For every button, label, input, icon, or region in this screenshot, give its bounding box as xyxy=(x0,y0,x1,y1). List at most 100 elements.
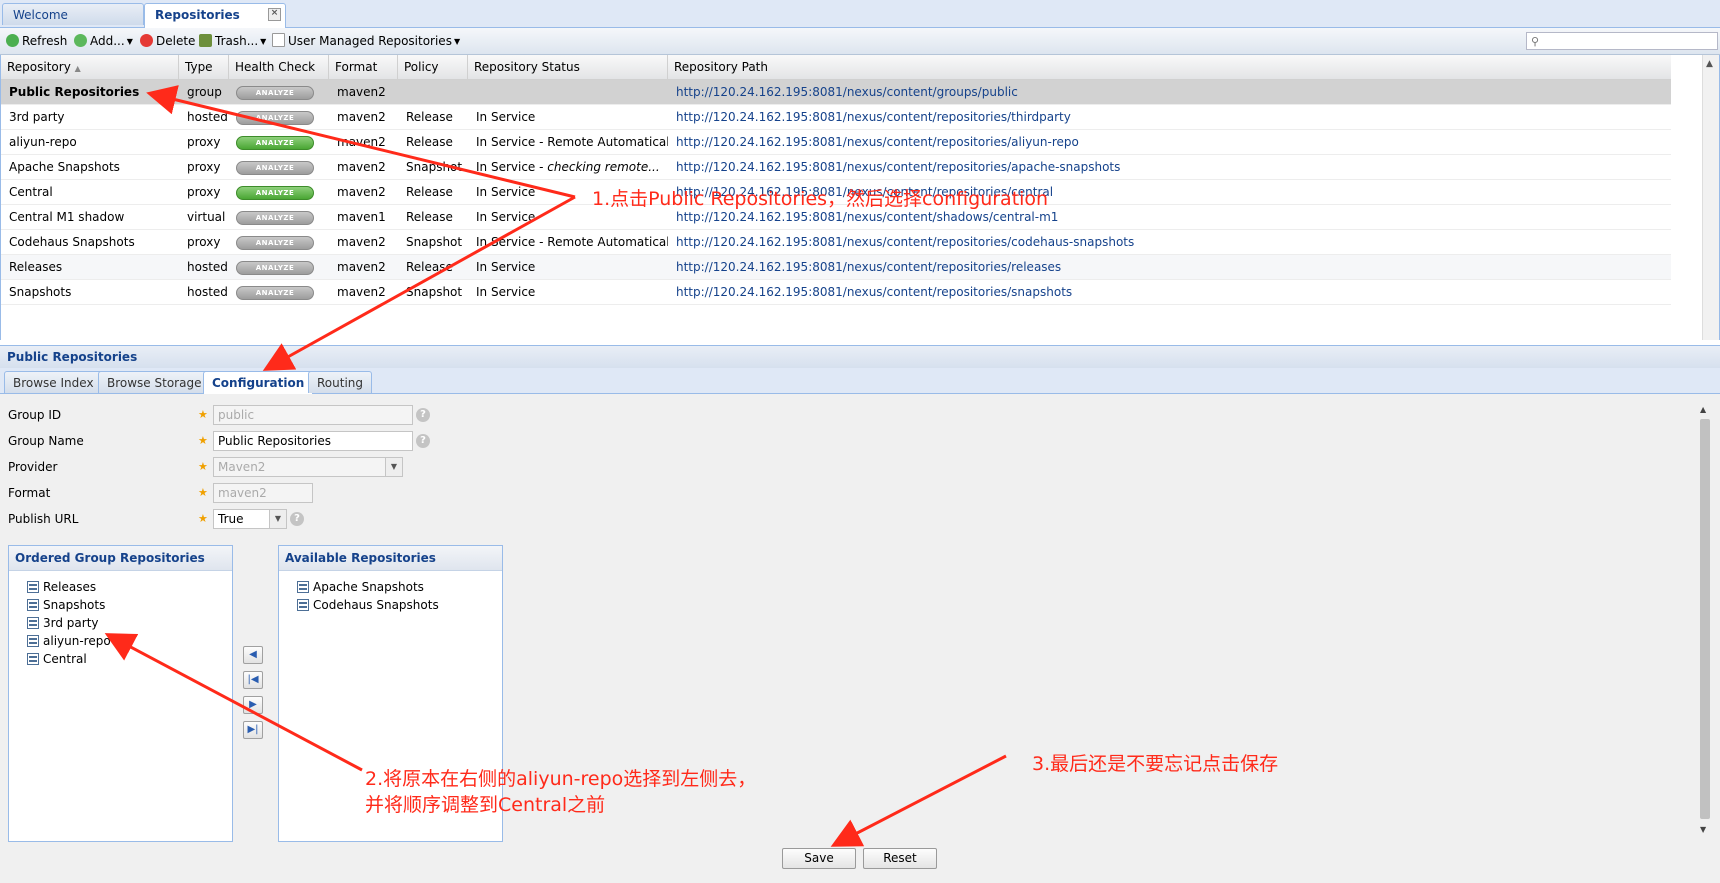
table-row[interactable]: 3rd party hosted maven2 Release In Service ht… xyxy=(1,105,1671,130)
table-row[interactable]: aliyun-repo proxy maven2 Release In Service … xyxy=(1,130,1671,155)
publish-url-value: True xyxy=(218,512,244,526)
column-repository-path[interactable]: Repository Path xyxy=(668,55,1671,79)
repository-format: maven2 xyxy=(337,235,386,249)
help-icon[interactable]: ? xyxy=(416,408,430,422)
detail-scrollbar[interactable]: ▲ ▼ xyxy=(1696,405,1712,840)
analyze-button[interactable]: ANALYZE xyxy=(236,186,314,200)
annotation-step-2-line-1: 2.将原本在右侧的aliyun-repo选择到左侧去， xyxy=(365,768,757,790)
repository-path[interactable]: http://120.24.162.195:8081/nexus/content… xyxy=(668,130,1671,154)
tab-browse-storage-label: Browse Storage xyxy=(107,376,202,390)
chevron-down-icon: ▼ xyxy=(385,458,402,476)
refresh-icon xyxy=(6,34,19,47)
group-id-label: Group ID xyxy=(8,408,62,422)
toolbar: Refresh Add... ▼ Delete Trash... ▼ User Ma… xyxy=(0,28,1720,55)
column-health-check-label: Health Check xyxy=(235,60,316,74)
publish-url-select[interactable]: True ▼ xyxy=(213,509,287,529)
format-field[interactable]: maven2 xyxy=(213,483,313,503)
group-name-field[interactable]: Public Repositories xyxy=(213,431,413,451)
analyze-button[interactable]: ANALYZE xyxy=(236,286,314,300)
move-all-right-button[interactable]: ▶| xyxy=(243,721,263,739)
repository-status: In Service xyxy=(476,110,536,124)
column-repository[interactable]: Repository ▲ xyxy=(1,55,179,79)
analyze-button[interactable]: ANALYZE xyxy=(236,136,314,150)
search-input[interactable]: ⚲ xyxy=(1526,32,1718,50)
repository-path[interactable]: http://120.24.162.195:8081/nexus/content… xyxy=(668,105,1671,129)
reset-button[interactable]: Reset xyxy=(863,848,937,869)
move-right-button[interactable]: ▶ xyxy=(243,696,263,714)
repository-path[interactable]: http://120.24.162.195:8081/nexus/content… xyxy=(668,255,1671,279)
list-item[interactable]: Releases xyxy=(27,578,96,596)
repository-policy: Release xyxy=(406,110,453,124)
table-row[interactable]: Releases hosted maven2 Release In Service htt… xyxy=(1,255,1671,280)
column-policy[interactable]: Policy xyxy=(398,55,468,79)
repository-policy: Snapshot xyxy=(406,235,463,249)
repository-name: Codehaus Snapshots xyxy=(9,235,135,249)
close-icon[interactable]: × xyxy=(268,8,281,21)
detail-title: Public Repositories xyxy=(0,346,1720,368)
repository-format: maven2 xyxy=(337,185,386,199)
tab-welcome[interactable]: Welcome xyxy=(2,3,144,25)
list-item-label: Codehaus Snapshots xyxy=(313,598,439,612)
grid-header: Repository ▲ Type Health Check Format Po… xyxy=(1,55,1671,80)
scroll-up-icon[interactable]: ▲ xyxy=(1700,405,1706,414)
list-item[interactable]: aliyun-repo xyxy=(27,632,111,650)
repository-path[interactable]: http://120.24.162.195:8081/nexus/content… xyxy=(668,155,1671,179)
save-button[interactable]: Save xyxy=(782,848,856,869)
group-id-field[interactable]: public xyxy=(213,405,413,425)
required-star-icon: ★ xyxy=(198,486,208,499)
column-health-check[interactable]: Health Check xyxy=(229,55,329,79)
add-label: Add... xyxy=(90,34,125,48)
scrollbar-thumb[interactable] xyxy=(1700,419,1710,819)
scroll-up-icon[interactable]: ▲ xyxy=(1706,59,1713,69)
sort-asc-icon: ▲ xyxy=(74,64,81,73)
help-icon[interactable]: ? xyxy=(290,512,304,526)
refresh-label: Refresh xyxy=(22,34,68,48)
refresh-button[interactable]: Refresh xyxy=(6,32,67,50)
column-format[interactable]: Format xyxy=(329,55,398,79)
column-repository-status[interactable]: Repository Status xyxy=(468,55,668,79)
list-item[interactable]: 3rd party xyxy=(27,614,99,632)
analyze-button[interactable]: ANALYZE xyxy=(236,211,314,225)
help-icon[interactable]: ? xyxy=(416,434,430,448)
analyze-button[interactable]: ANALYZE xyxy=(236,86,314,100)
repository-policy xyxy=(398,80,468,104)
table-row[interactable]: Snapshots hosted maven2 Snapshot In Service h… xyxy=(1,280,1671,305)
add-button[interactable]: Add... ▼ xyxy=(74,32,133,50)
analyze-button[interactable]: ANALYZE xyxy=(236,236,314,250)
tab-browse-index[interactable]: Browse Index xyxy=(4,371,103,393)
provider-select[interactable]: Maven2 ▼ xyxy=(213,457,403,477)
repository-path[interactable]: http://120.24.162.195:8081/nexus/content… xyxy=(668,80,1671,104)
tab-browse-storage[interactable]: Browse Storage xyxy=(98,371,211,393)
repository-path[interactable]: http://120.24.162.195:8081/nexus/content… xyxy=(668,280,1671,304)
user-managed-repositories-button[interactable]: User Managed Repositories ▼ xyxy=(272,32,460,50)
list-item[interactable]: Central xyxy=(27,650,87,668)
repository-type: hosted xyxy=(187,260,228,274)
delete-button[interactable]: Delete xyxy=(140,32,195,50)
repository-icon xyxy=(297,599,309,611)
tab-configuration[interactable]: Configuration xyxy=(203,371,314,394)
trash-button[interactable]: Trash... ▼ xyxy=(199,32,266,50)
tab-routing[interactable]: Routing xyxy=(308,371,373,393)
column-type[interactable]: Type xyxy=(179,55,229,79)
repository-name: Releases xyxy=(9,260,63,274)
analyze-button[interactable]: ANALYZE xyxy=(236,161,314,175)
analyze-button[interactable]: ANALYZE xyxy=(236,261,314,275)
tab-repositories[interactable]: Repositories × xyxy=(144,3,286,28)
table-row[interactable]: Codehaus Snapshots proxy maven2 Snapshot In … xyxy=(1,230,1671,255)
repository-path[interactable]: http://120.24.162.195:8081/nexus/content… xyxy=(668,230,1671,254)
list-item[interactable]: Apache Snapshots xyxy=(297,578,424,596)
list-item-label: 3rd party xyxy=(43,616,99,630)
analyze-button[interactable]: ANALYZE xyxy=(236,111,314,125)
list-item[interactable]: Codehaus Snapshots xyxy=(297,596,439,614)
table-row[interactable]: Apache Snapshots proxy maven2 Snapshot In Se… xyxy=(1,155,1671,180)
grid-scrollbar[interactable]: ▲ xyxy=(1702,55,1719,340)
tab-configuration-label: Configuration xyxy=(212,376,305,390)
list-item[interactable]: Snapshots xyxy=(27,596,105,614)
move-left-button[interactable]: ◀ xyxy=(243,646,263,664)
delete-label: Delete xyxy=(156,34,196,48)
scroll-down-icon[interactable]: ▼ xyxy=(1700,825,1706,834)
move-all-left-button[interactable]: |◀ xyxy=(243,671,263,689)
repository-icon xyxy=(27,581,39,593)
tab-routing-label: Routing xyxy=(317,376,364,390)
table-row[interactable]: Public Repositories group maven2 http://120… xyxy=(1,80,1671,105)
